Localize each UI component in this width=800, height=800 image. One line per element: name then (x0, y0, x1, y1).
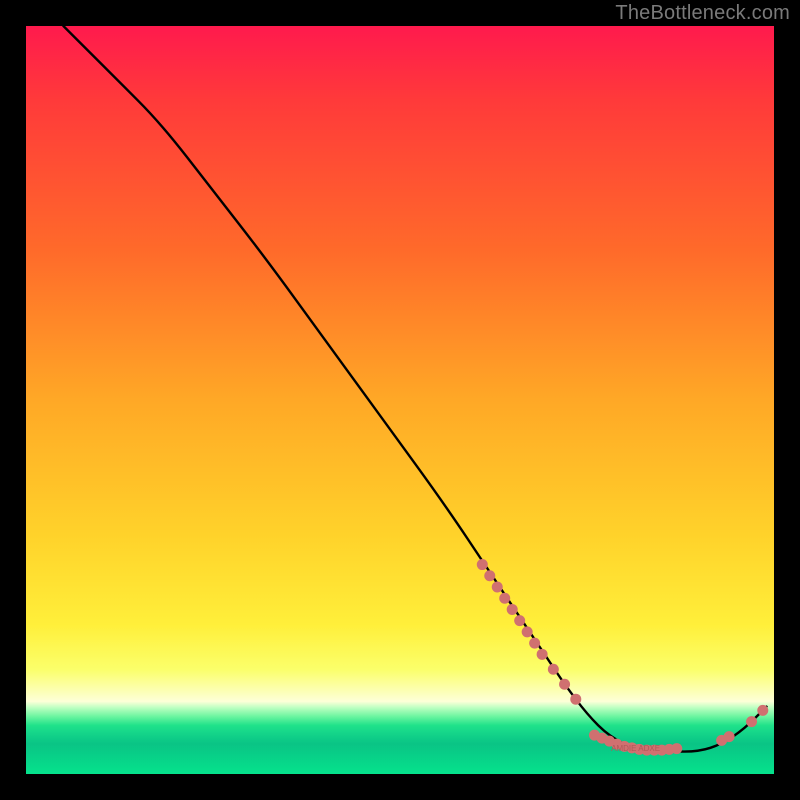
data-point (507, 604, 518, 615)
data-point (477, 559, 488, 570)
data-point (724, 731, 735, 742)
dot-clusters (477, 559, 769, 756)
data-point (529, 638, 540, 649)
data-point (522, 626, 533, 637)
data-point (484, 570, 495, 581)
watermark-text: TheBottleneck.com (615, 2, 790, 25)
chart-stage: TheBottleneck.com AMDIE ADXE (0, 0, 800, 800)
data-point (492, 582, 503, 593)
data-point (570, 694, 581, 705)
curve-series (63, 26, 766, 752)
curve-path (63, 26, 766, 752)
data-point (537, 649, 548, 660)
data-point (671, 743, 682, 754)
data-point (548, 664, 559, 675)
data-point (757, 705, 768, 716)
data-point (559, 679, 570, 690)
chart-annotations: AMDIE ADXE (611, 744, 660, 753)
data-point (746, 716, 757, 727)
data-point (514, 615, 525, 626)
annotation-label: AMDIE ADXE (611, 744, 660, 753)
data-point (499, 593, 510, 604)
chart-svg: AMDIE ADXE (26, 26, 774, 774)
